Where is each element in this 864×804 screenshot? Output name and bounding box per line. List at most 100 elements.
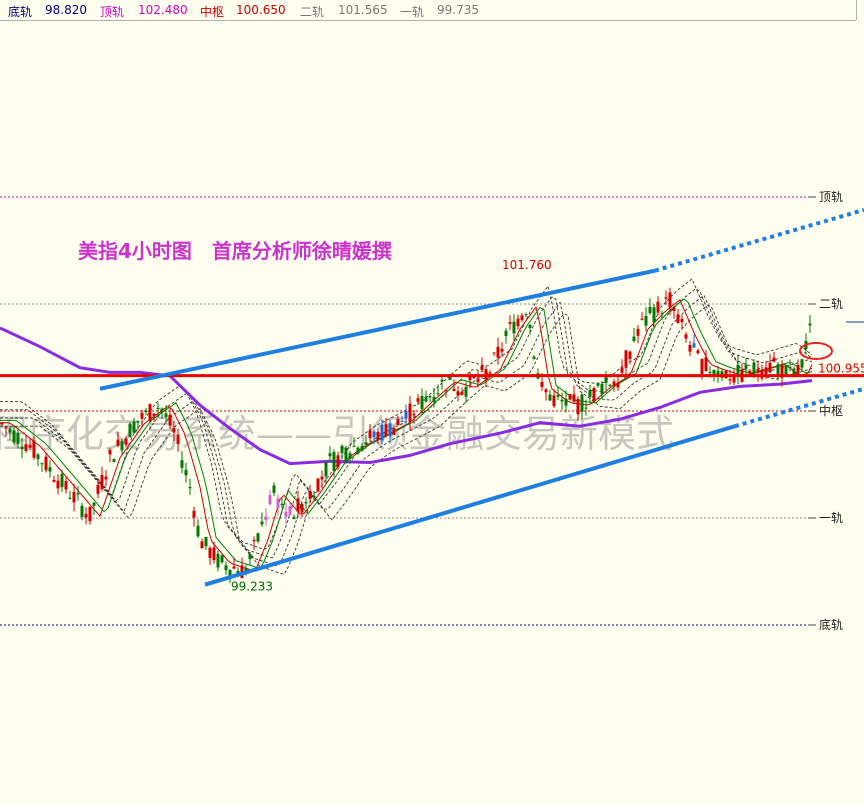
- candle-body: [248, 554, 252, 560]
- candle-body: [664, 297, 668, 299]
- candle-body: [412, 413, 416, 416]
- candle-body: [52, 479, 56, 482]
- candle-body: [592, 387, 596, 402]
- channel-lower-dotted: [734, 386, 864, 429]
- candle-body: [668, 292, 672, 308]
- candle-body: [384, 424, 388, 436]
- candle-body: [216, 553, 220, 568]
- candle-body: [44, 456, 48, 471]
- candle-body: [596, 382, 600, 386]
- candle-body: [768, 362, 772, 373]
- candle-body: [300, 504, 304, 513]
- candle-body: [112, 459, 116, 462]
- candle-body: [120, 441, 124, 451]
- candle-body: [388, 423, 392, 437]
- candle-body: [292, 516, 296, 519]
- candle-body: [144, 410, 148, 413]
- candle-body: [708, 371, 712, 373]
- candle-body: [396, 419, 400, 425]
- candle-body: [680, 319, 684, 323]
- candle-body: [620, 367, 624, 373]
- candle-body: [48, 467, 52, 472]
- candle-body: [580, 394, 584, 412]
- candle-body: [736, 364, 740, 376]
- candle-body: [128, 423, 132, 438]
- candle-body: [480, 365, 484, 370]
- candle-body: [376, 431, 380, 440]
- candle-body: [288, 506, 292, 515]
- candle-body: [464, 387, 468, 397]
- candle-body: [548, 394, 552, 401]
- candle-body: [364, 442, 368, 445]
- high-annotation: 101.760: [502, 258, 552, 272]
- candle-body: [576, 398, 580, 415]
- candle-body: [160, 408, 164, 411]
- candle-body: [776, 364, 780, 375]
- candle-body: [532, 356, 536, 359]
- candle-body: [524, 314, 528, 316]
- candle-body: [560, 399, 564, 402]
- level-label: 底轨: [819, 617, 843, 632]
- candle-body: [344, 448, 348, 463]
- candle-body: [568, 393, 572, 400]
- candle-body: [348, 453, 352, 459]
- candle-body: [808, 323, 812, 326]
- candle-body: [336, 455, 340, 468]
- candle-body: [280, 503, 284, 505]
- candle-body: [452, 388, 456, 392]
- candle-body: [756, 368, 760, 373]
- candle-body: [692, 343, 696, 348]
- candle-body: [796, 365, 800, 375]
- candle-body: [220, 555, 224, 563]
- candle-body: [516, 318, 520, 327]
- highlight-ellipse: [799, 342, 833, 360]
- candle-body: [308, 491, 312, 499]
- candle-body: [564, 398, 568, 406]
- candle-body: [12, 430, 16, 443]
- candle-body: [444, 389, 448, 391]
- candle-body: [116, 439, 120, 446]
- candle-body: [176, 434, 180, 444]
- candle-body: [424, 396, 428, 402]
- candle-body: [688, 344, 692, 352]
- candle-body: [368, 430, 372, 439]
- candle-body: [264, 516, 268, 521]
- level-label: 顶轨: [819, 190, 843, 204]
- candle-body: [508, 322, 512, 324]
- candle-body: [672, 307, 676, 311]
- candle-body: [504, 330, 508, 337]
- candle-body: [684, 334, 688, 339]
- candle-body: [164, 413, 168, 417]
- candle-body: [148, 404, 152, 422]
- watermark: 程序化交易系统——引领金融交易新模式: [0, 412, 674, 456]
- candle-body: [64, 481, 68, 490]
- candle-body: [512, 321, 516, 334]
- candle-body: [728, 379, 732, 381]
- candle-body: [676, 314, 680, 323]
- candle-body: [476, 378, 480, 383]
- candle-body: [636, 328, 640, 336]
- candle-body: [188, 486, 192, 489]
- candle-body: [76, 493, 80, 495]
- candle-body: [392, 428, 396, 436]
- candle-body: [60, 473, 64, 488]
- candle-body: [652, 307, 656, 323]
- candle-body: [420, 395, 424, 410]
- candle-body: [540, 381, 544, 387]
- candle-body: [784, 364, 788, 375]
- candle-body: [136, 421, 140, 423]
- candle-body: [788, 367, 792, 369]
- candle-body: [472, 376, 476, 378]
- candle-body: [332, 452, 336, 471]
- candle-body: [88, 506, 92, 522]
- level-label: 中枢: [819, 403, 843, 418]
- candle-body: [72, 491, 76, 503]
- candle-body: [32, 440, 36, 458]
- candle-body: [764, 367, 768, 375]
- chart-title: 美指4小时图 首席分析师徐晴媛撰: [78, 239, 392, 263]
- candle-body: [588, 390, 592, 397]
- candle-body: [612, 381, 616, 387]
- candle-body: [36, 454, 40, 460]
- candle-body: [328, 453, 332, 457]
- candle-body: [648, 306, 652, 314]
